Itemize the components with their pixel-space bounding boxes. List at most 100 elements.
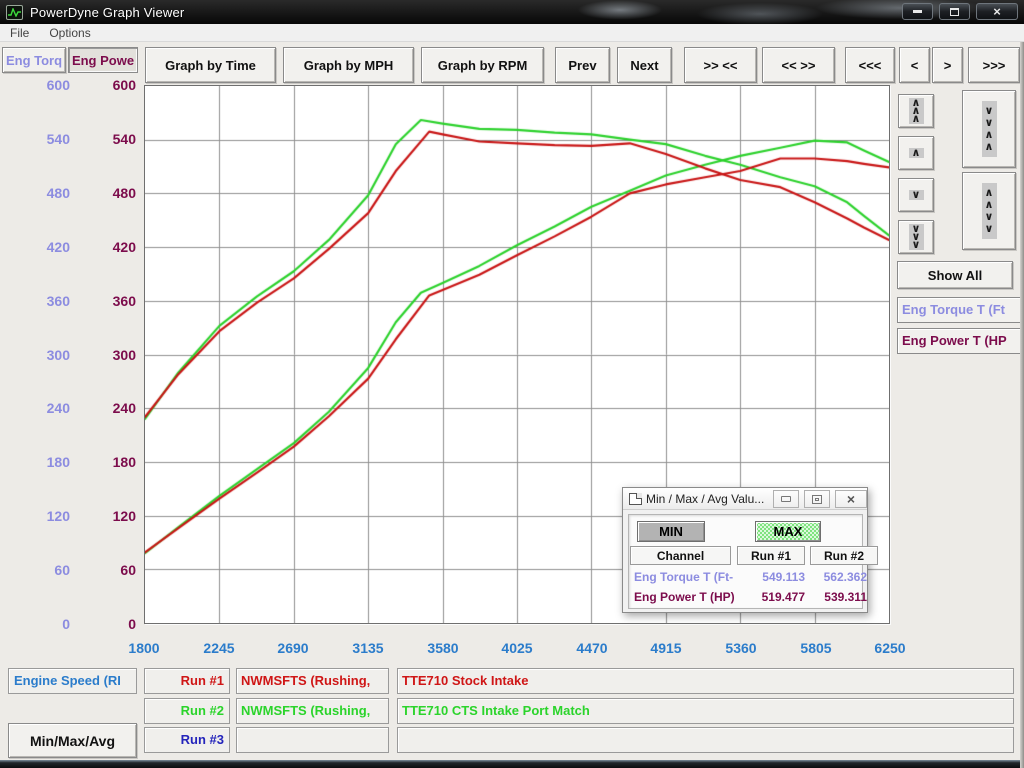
- run2-description-field[interactable]: TTE710 CTS Intake Port Match: [397, 698, 1014, 724]
- x-axis-tick-label: 6250: [860, 640, 920, 656]
- torque-channel-label[interactable]: Eng Torque T (Ft: [897, 297, 1024, 323]
- x-axis-tick-label: 4915: [636, 640, 696, 656]
- minmax-minimize-button[interactable]: [773, 490, 799, 508]
- minmax-window-title: Min / Max / Avg Valu...: [646, 492, 764, 506]
- channel-tab-eng-torque[interactable]: Eng Torq: [2, 47, 66, 73]
- x-axis-tick-label: 4025: [487, 640, 547, 656]
- minmax-maximize-button[interactable]: [804, 490, 830, 508]
- step-left-button[interactable]: <: [899, 47, 930, 83]
- minmax-title-bar[interactable]: Min / Max / Avg Valu...: [623, 488, 867, 510]
- y-axis-power-tick-label: 180: [66, 453, 136, 471]
- menu-bar: File Options: [0, 24, 1024, 42]
- minimize-icon: [781, 496, 791, 502]
- y-axis-torque-tick-label: 180: [0, 453, 70, 471]
- chevron-triple-up-icon: ∧∧∧: [909, 98, 924, 124]
- run1-label: Run #1: [144, 668, 230, 694]
- run1-description-field[interactable]: TTE710 Stock Intake: [397, 668, 1014, 694]
- scroll-top-button[interactable]: ∧∧∧: [898, 94, 934, 128]
- x-axis-tick-label: 2690: [263, 640, 323, 656]
- column-header-run1[interactable]: Run #1: [737, 546, 805, 565]
- column-header-run2[interactable]: Run #2: [810, 546, 878, 565]
- menu-options[interactable]: Options: [39, 26, 100, 40]
- close-icon: ×: [993, 5, 1001, 18]
- channel-tab-eng-power[interactable]: Eng Powe: [68, 47, 138, 73]
- y-axis-torque-tick-label: 420: [0, 238, 70, 256]
- x-channel-label[interactable]: Engine Speed (RI: [8, 668, 137, 694]
- minimize-icon: [913, 10, 922, 13]
- y-axis-torque-tick-label: 360: [0, 292, 70, 310]
- y-axis-torque-tick-label: 300: [0, 346, 70, 364]
- minmax-row-run2-value: 539.311: [809, 590, 867, 604]
- minmax-row-run1-value: 519.477: [735, 590, 805, 604]
- scroll-bottom-button[interactable]: ∨∨∨: [898, 220, 934, 254]
- y-axis-torque-tick-label: 480: [0, 184, 70, 202]
- chevron-triple-down-icon: ∨∨∨: [909, 224, 924, 250]
- minmaxavg-button[interactable]: Min/Max/Avg: [8, 723, 137, 758]
- y-axis-power-tick-label: 300: [66, 346, 136, 364]
- minmax-close-button[interactable]: ×: [835, 490, 867, 508]
- run3-label: Run #3: [144, 727, 230, 753]
- run2-label: Run #2: [144, 698, 230, 724]
- minmax-row-run1-value: 549.113: [735, 570, 805, 584]
- title-bar: PowerDyne Graph Viewer ×: [0, 0, 1024, 24]
- y-axis-torque-tick-label: 0: [0, 615, 70, 633]
- run2-source-field[interactable]: NWMSFTS (Rushing,: [236, 698, 389, 724]
- run1-source-field[interactable]: NWMSFTS (Rushing,: [236, 668, 389, 694]
- y-axis-power-tick-label: 0: [66, 615, 136, 633]
- zoom-out-button[interactable]: << >>: [762, 47, 835, 83]
- window-bottom-border: [0, 760, 1024, 768]
- x-axis-tick-label: 5805: [786, 640, 846, 656]
- app-icon: [6, 5, 23, 20]
- run3-source-field[interactable]: [236, 727, 389, 753]
- zoom-in-button[interactable]: >> <<: [684, 47, 757, 83]
- x-axis-tick-label: 5360: [711, 640, 771, 656]
- y-axis-torque-tick-label: 60: [0, 561, 70, 579]
- graph-by-rpm-button[interactable]: Graph by RPM: [421, 47, 544, 83]
- step-right-button[interactable]: >: [932, 47, 963, 83]
- y-axis-power-tick-label: 600: [66, 76, 136, 94]
- minimize-button[interactable]: [902, 3, 933, 20]
- y-axis-torque-tick-label: 120: [0, 507, 70, 525]
- minmax-row-channel: Eng Power T (HP): [634, 590, 744, 604]
- power-channel-label[interactable]: Eng Power T (HP: [897, 328, 1024, 354]
- jump-start-button[interactable]: <<<: [845, 47, 895, 83]
- run3-description-field[interactable]: [397, 727, 1014, 753]
- chevron-up-icon: ∧: [909, 148, 924, 158]
- y-axis-power-tick-label: 420: [66, 238, 136, 256]
- minmax-row-channel: Eng Torque T (Ft-: [634, 570, 734, 584]
- show-all-button[interactable]: Show All: [897, 261, 1013, 289]
- x-axis-tick-label: 4470: [562, 640, 622, 656]
- menu-file[interactable]: File: [0, 26, 39, 40]
- window-right-border: [1020, 42, 1024, 768]
- collapse-range-button[interactable]: ∨∨∧∧: [962, 90, 1016, 168]
- next-button[interactable]: Next: [617, 47, 672, 83]
- maximize-icon: [950, 8, 959, 16]
- prev-button[interactable]: Prev: [555, 47, 610, 83]
- max-toggle-button[interactable]: MAX: [755, 521, 821, 542]
- scroll-up-button[interactable]: ∧: [898, 136, 934, 170]
- chevrons-outward-icon: ∧∧∨∨: [982, 183, 997, 239]
- chevron-down-icon: ∨: [909, 190, 924, 200]
- column-header-channel[interactable]: Channel: [630, 546, 731, 565]
- min-toggle-button[interactable]: MIN: [637, 521, 705, 542]
- graph-by-time-button[interactable]: Graph by Time: [145, 47, 276, 83]
- scroll-down-button[interactable]: ∨: [898, 178, 934, 212]
- window-title: PowerDyne Graph Viewer: [30, 5, 184, 20]
- y-axis-power-tick-label: 120: [66, 507, 136, 525]
- close-icon: ×: [847, 491, 855, 507]
- y-axis-torque-tick-label: 540: [0, 130, 70, 148]
- minmax-window: Min / Max / Avg Valu... × MIN MAX Channe…: [622, 487, 868, 613]
- maximize-button[interactable]: [939, 3, 970, 20]
- chevrons-inward-icon: ∨∨∧∧: [982, 101, 997, 157]
- x-axis-tick-label: 3580: [413, 640, 473, 656]
- graph-by-mph-button[interactable]: Graph by MPH: [283, 47, 414, 83]
- x-axis-tick-label: 2245: [189, 640, 249, 656]
- y-axis-power-tick-label: 60: [66, 561, 136, 579]
- maximize-icon: [812, 495, 822, 504]
- jump-end-button[interactable]: >>>: [968, 47, 1020, 83]
- y-axis-torque-tick-label: 600: [0, 76, 70, 94]
- y-axis-power-tick-label: 240: [66, 399, 136, 417]
- expand-range-button[interactable]: ∧∧∨∨: [962, 172, 1016, 250]
- y-axis-power-tick-label: 540: [66, 130, 136, 148]
- close-button[interactable]: ×: [976, 3, 1018, 20]
